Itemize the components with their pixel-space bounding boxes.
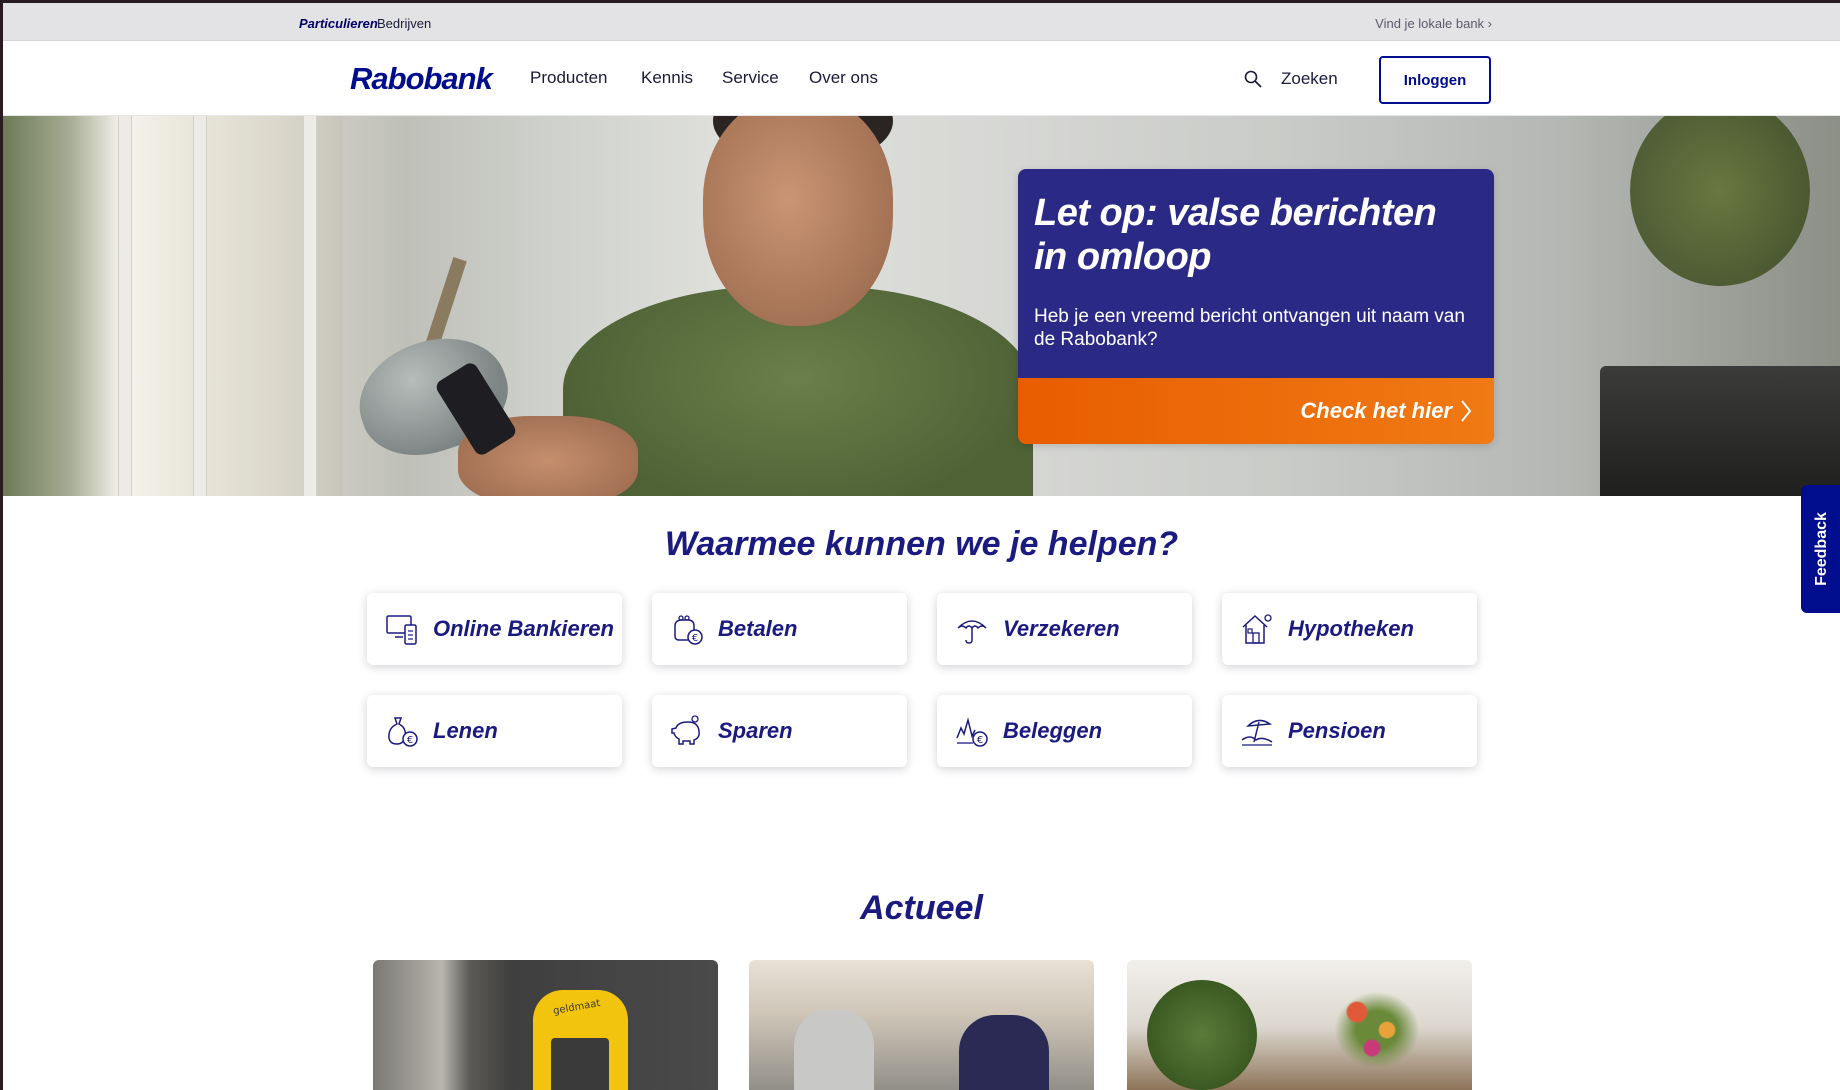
hero-furniture xyxy=(1600,366,1840,496)
alert-card-body: Let op: valse berichten in omloop Heb je… xyxy=(1018,169,1494,378)
tile-betalen[interactable]: € Betalen xyxy=(652,593,907,665)
search-button[interactable]: Zoeken xyxy=(1243,66,1338,92)
main-header: Rabobank Producten Kennis Service Over o… xyxy=(3,41,1840,116)
house-icon xyxy=(1242,614,1272,644)
news-card-geldmaat[interactable]: geldmaat xyxy=(373,960,718,1090)
segment-particulieren[interactable]: Particulieren xyxy=(299,16,378,31)
flowers xyxy=(1327,985,1427,1075)
piggybank-icon xyxy=(671,715,700,745)
umbrella-icon xyxy=(957,620,987,644)
segment-bedrijven[interactable]: Bedrijven xyxy=(377,16,431,31)
hero-banner: Let op: valse berichten in omloop Heb je… xyxy=(3,116,1840,496)
search-label: Zoeken xyxy=(1281,69,1338,88)
svg-text:€: € xyxy=(977,735,983,746)
nav-kennis[interactable]: Kennis xyxy=(641,68,693,88)
window-frame xyxy=(118,116,132,496)
login-button[interactable]: Inloggen xyxy=(1379,56,1491,104)
window-frame xyxy=(303,116,317,496)
alert-title: Let op: valse berichten in omloop xyxy=(1034,192,1437,278)
browser-viewport: Particulieren Bedrijven Vind je lokale b… xyxy=(3,3,1840,1090)
graph-euro-icon: € xyxy=(956,717,988,747)
plant xyxy=(1147,980,1257,1090)
tile-label: Hypotheken xyxy=(1288,616,1414,641)
alert-card: Let op: valse berichten in omloop Heb je… xyxy=(1018,169,1494,444)
atm-screen xyxy=(551,1038,609,1090)
nav-producten[interactable]: Producten xyxy=(530,68,608,88)
chevron-right-icon xyxy=(1461,400,1472,422)
segment-bar: Particulieren Bedrijven Vind je lokale b… xyxy=(3,3,1840,41)
news-card-meeting[interactable] xyxy=(749,960,1094,1090)
nav-service[interactable]: Service xyxy=(722,68,779,88)
moneybag-euro-icon: € xyxy=(388,717,418,747)
alert-cta-button[interactable]: Check het hier xyxy=(1018,378,1494,444)
tile-pensioen[interactable]: Pensioen xyxy=(1222,695,1477,767)
tile-label: Pensioen xyxy=(1288,718,1386,743)
tile-verzekeren[interactable]: Verzekeren xyxy=(937,593,1192,665)
search-icon xyxy=(1244,70,1262,88)
devices-icon xyxy=(386,615,417,645)
tile-label: Lenen xyxy=(433,718,498,743)
alert-text: Heb je een vreemd bericht ontvangen uit … xyxy=(1034,306,1465,350)
tile-online-bankieren[interactable]: Online Bankieren xyxy=(367,593,622,665)
hero-window-photo xyxy=(3,116,343,496)
tile-label: Verzekeren xyxy=(1003,616,1120,641)
news-title: Actueel xyxy=(860,889,983,927)
tile-label: Betalen xyxy=(718,616,798,641)
person-head xyxy=(703,116,893,326)
person-left xyxy=(794,1010,874,1090)
tile-sparen[interactable]: Sparen xyxy=(652,695,907,767)
nav-over-ons[interactable]: Over ons xyxy=(809,68,878,88)
tile-hypotheken[interactable]: Hypotheken xyxy=(1222,593,1477,665)
purse-euro-icon: € xyxy=(674,615,703,645)
alert-cta-text: Check het hier xyxy=(1300,398,1452,423)
hero-plant xyxy=(1630,116,1810,286)
news-card-living[interactable] xyxy=(1127,960,1472,1090)
tile-label: Sparen xyxy=(718,718,793,743)
tile-beleggen[interactable]: € Beleggen xyxy=(937,695,1192,767)
svg-text:€: € xyxy=(407,735,413,746)
tile-lenen[interactable]: € Lenen xyxy=(367,695,622,767)
alert-cta-label: Check het hier xyxy=(1300,398,1472,424)
svg-text:€: € xyxy=(692,633,698,644)
help-title: Waarmee kunnen we je helpen? xyxy=(664,525,1179,563)
local-bank-link[interactable]: Vind je lokale bank › xyxy=(1375,16,1492,31)
rabobank-logo[interactable]: Rabobank xyxy=(350,61,493,97)
window-frame xyxy=(193,116,207,496)
person-right xyxy=(959,1015,1049,1090)
tile-label: Online Bankieren xyxy=(433,616,614,641)
beach-umbrella-icon xyxy=(1241,719,1273,746)
tile-label: Beleggen xyxy=(1003,718,1103,743)
